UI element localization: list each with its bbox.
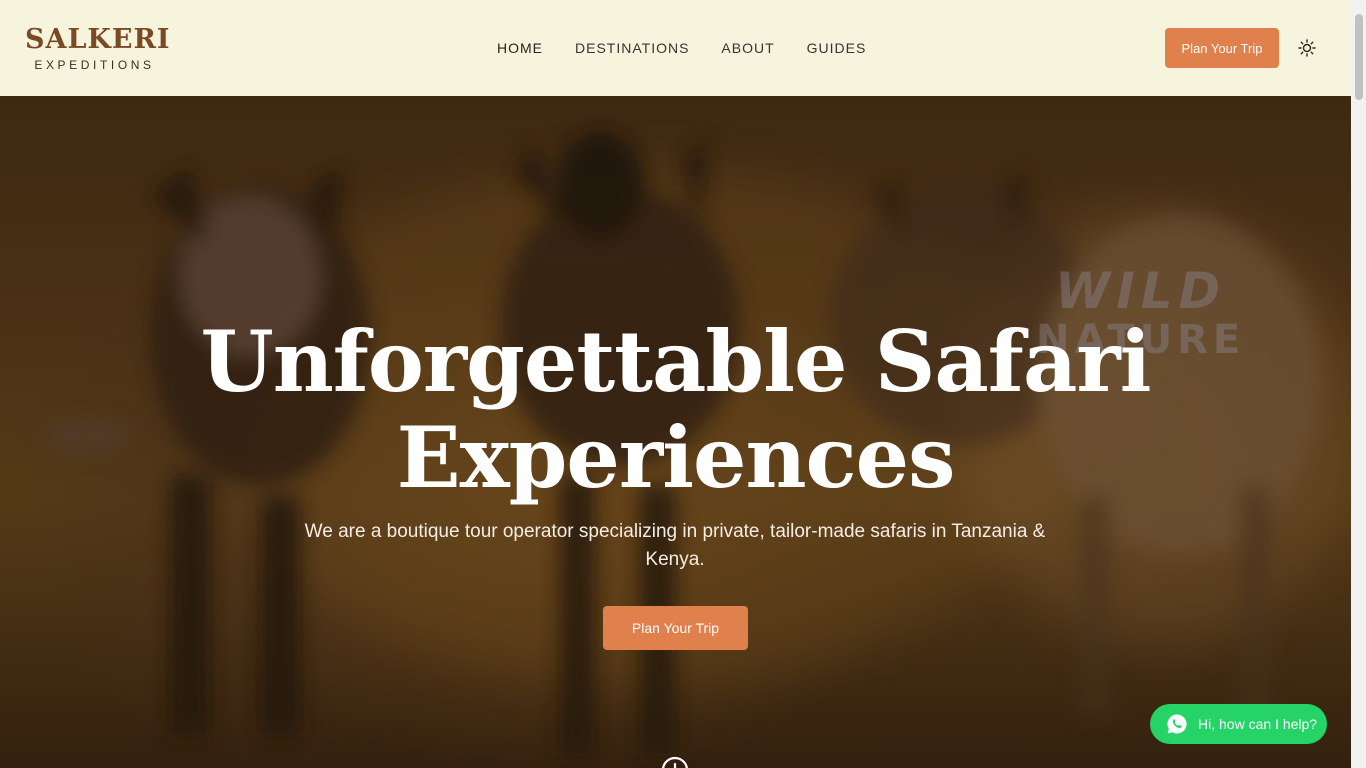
site-header: SALKERI EXPEDITIONS HOME DESTINATIONS AB… xyxy=(0,0,1351,96)
page-scrollbar[interactable] xyxy=(1351,0,1366,768)
scroll-down-icon[interactable] xyxy=(661,756,689,768)
plan-trip-hero-button[interactable]: Plan Your Trip xyxy=(603,606,748,650)
whatsapp-chat-button[interactable]: Hi, how can I help? xyxy=(1150,704,1327,744)
watermark-line-1: WILD xyxy=(1055,262,1227,320)
logo-tagline: EXPEDITIONS xyxy=(34,58,155,72)
nav-item-guides[interactable]: GUIDES xyxy=(807,38,867,58)
nav-item-destinations[interactable]: DESTINATIONS xyxy=(575,38,689,58)
hero-title: Unforgettable Safari Experiences xyxy=(0,314,1351,506)
sun-icon[interactable] xyxy=(1297,38,1317,58)
nav-item-home[interactable]: HOME xyxy=(497,38,543,58)
logo[interactable]: SALKERI EXPEDITIONS xyxy=(25,24,171,72)
hero-title-line-1: Unforgettable Safari xyxy=(200,312,1151,411)
main-nav: HOME DESTINATIONS ABOUT GUIDES xyxy=(497,38,866,58)
nav-item-about[interactable]: ABOUT xyxy=(721,38,774,58)
whatsapp-icon xyxy=(1166,713,1188,735)
hero-subtitle: We are a boutique tour operator speciali… xyxy=(304,521,1046,570)
hero-section: WILD NATURE Unforgettable Safari Experie… xyxy=(0,96,1351,768)
whatsapp-chat-label: Hi, how can I help? xyxy=(1198,716,1318,732)
logo-name: SALKERI xyxy=(25,24,171,55)
plan-trip-header-button[interactable]: Plan Your Trip xyxy=(1165,28,1279,68)
hero-title-line-2: Experiences xyxy=(396,408,956,507)
scrollbar-thumb[interactable] xyxy=(1355,14,1363,100)
